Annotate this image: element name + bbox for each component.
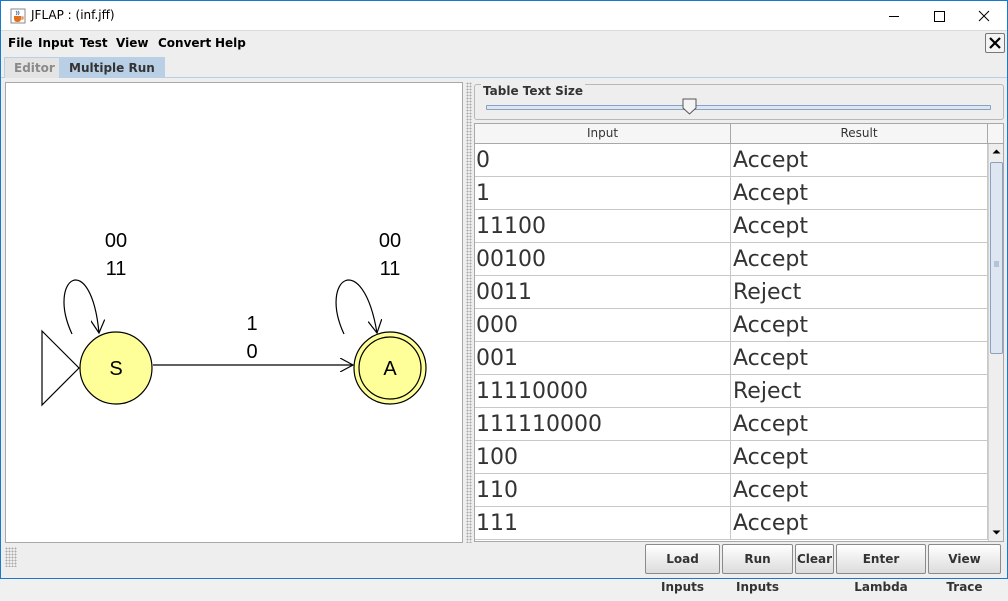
view-trace-button[interactable]: View Trace: [928, 544, 1001, 594]
result-cell: Accept: [731, 144, 988, 177]
table-row[interactable]: 111 Accept: [475, 507, 988, 540]
edge-s-a-label-2: 0: [246, 341, 257, 363]
self-loop-s: [63, 279, 99, 334]
table-row[interactable]: 111110000 Accept: [475, 408, 988, 441]
menu-input[interactable]: Input: [38, 36, 74, 50]
enter-lambda-button[interactable]: Enter Lambda: [836, 544, 926, 594]
result-cell: Accept: [731, 243, 988, 276]
application-window: JFLAP : (inf.jff) File Input Test View C…: [0, 0, 1008, 594]
result-cell: Accept: [731, 210, 988, 243]
input-cell[interactable]: 111: [475, 507, 731, 540]
menu-help[interactable]: Help: [215, 36, 246, 50]
tab-multiple-run[interactable]: Multiple Run: [59, 57, 165, 78]
input-cell[interactable]: 11110000: [475, 375, 731, 408]
table-row[interactable]: 0 Accept: [475, 144, 988, 177]
table-text-size-label: Table Text Size: [481, 84, 586, 98]
self-loop-a: [335, 279, 377, 335]
minimize-button[interactable]: [871, 1, 917, 31]
result-cell: Accept: [731, 408, 988, 441]
table-row[interactable]: 110 Accept: [475, 474, 988, 507]
split-pane-divider[interactable]: [466, 82, 472, 543]
result-cell: Accept: [731, 441, 988, 474]
table-text-size-group: Table Text Size: [474, 84, 1004, 120]
result-cell: Accept: [731, 507, 988, 540]
load-inputs-button[interactable]: Load Inputs: [645, 544, 720, 594]
table-row[interactable]: 11110000 Reject: [475, 375, 988, 408]
table-row[interactable]: 0011 Reject: [475, 276, 988, 309]
input-cell[interactable]: 11100: [475, 210, 731, 243]
menu-convert[interactable]: Convert: [158, 36, 211, 50]
input-cell[interactable]: 111110000: [475, 408, 731, 441]
loop-a-label-1: 00: [379, 230, 401, 252]
java-cup-icon: [10, 8, 26, 24]
close-button[interactable]: [961, 1, 1007, 31]
result-cell: Reject: [731, 276, 988, 309]
tab-strip: Editor Multiple Run: [1, 56, 1007, 78]
scroll-down-arrow-icon[interactable]: [989, 525, 1004, 540]
input-cell[interactable]: 00100: [475, 243, 731, 276]
table-header: Input Result: [475, 124, 1003, 144]
text-size-slider-track[interactable]: [486, 105, 991, 110]
menu-bar: File Input Test View Convert Help: [1, 32, 1007, 55]
input-cell[interactable]: 1: [475, 177, 731, 210]
results-table: Input Result 0 Accept 1 Accept 11100 Accept 00…: [474, 123, 1004, 542]
input-cell[interactable]: 100: [475, 441, 731, 474]
input-cell[interactable]: 0011: [475, 276, 731, 309]
result-cell: Accept: [731, 474, 988, 507]
title-bar: JFLAP : (inf.jff): [1, 1, 1007, 31]
vertical-scrollbar[interactable]: [988, 144, 1003, 541]
column-header-input[interactable]: Input: [475, 124, 731, 144]
maximize-icon: [934, 11, 945, 22]
menu-view[interactable]: View: [116, 36, 148, 50]
text-size-slider-thumb[interactable]: [682, 98, 697, 115]
result-cell: Accept: [731, 342, 988, 375]
input-cell[interactable]: 0: [475, 144, 731, 177]
table-row[interactable]: 11100 Accept: [475, 210, 988, 243]
close-icon: [989, 37, 1001, 49]
input-cell[interactable]: 001: [475, 342, 731, 375]
result-cell: Reject: [731, 375, 988, 408]
clear-button[interactable]: Clear: [795, 544, 834, 574]
result-cell: Accept: [731, 309, 988, 342]
loop-s-label-2: 11: [106, 258, 127, 280]
window-title: JFLAP : (inf.jff): [31, 8, 115, 22]
input-cell[interactable]: 110: [475, 474, 731, 507]
table-row[interactable]: 001 Accept: [475, 342, 988, 375]
initial-state-marker: [41, 329, 80, 407]
state-s-label: S: [109, 358, 122, 380]
result-cell: Accept: [731, 177, 988, 210]
loop-a-label-2: 11: [380, 258, 401, 280]
button-bar: Load Inputs Run Inputs Clear Enter Lambd…: [1, 544, 1007, 594]
close-icon: [978, 10, 990, 22]
menu-test[interactable]: Test: [80, 36, 108, 50]
grip-icon: [994, 261, 999, 267]
resize-grip[interactable]: [5, 547, 17, 567]
table-row[interactable]: 1 Accept: [475, 177, 988, 210]
close-tab-button[interactable]: [985, 33, 1005, 53]
edge-s-a-label-1: 1: [246, 313, 257, 335]
maximize-button[interactable]: [916, 1, 962, 31]
minimize-icon: [889, 16, 899, 17]
table-row[interactable]: 000 Accept: [475, 309, 988, 342]
table-row[interactable]: 00100 Accept: [475, 243, 988, 276]
menu-file[interactable]: File: [8, 36, 33, 50]
column-header-result[interactable]: Result: [731, 124, 988, 144]
state-a-label: A: [383, 358, 397, 380]
scroll-up-arrow-icon[interactable]: [989, 144, 1004, 159]
scroll-thumb[interactable]: [990, 162, 1003, 354]
automaton-canvas[interactable]: S A 00 11 00 11 1 0: [5, 82, 463, 543]
run-inputs-button[interactable]: Run Inputs: [722, 544, 793, 594]
table-row[interactable]: 100 Accept: [475, 441, 988, 474]
input-cell[interactable]: 000: [475, 309, 731, 342]
automaton-diagram: S A 00 11 00 11 1 0: [41, 230, 427, 407]
tab-editor[interactable]: Editor: [4, 57, 65, 78]
loop-s-label-1: 00: [105, 230, 127, 252]
